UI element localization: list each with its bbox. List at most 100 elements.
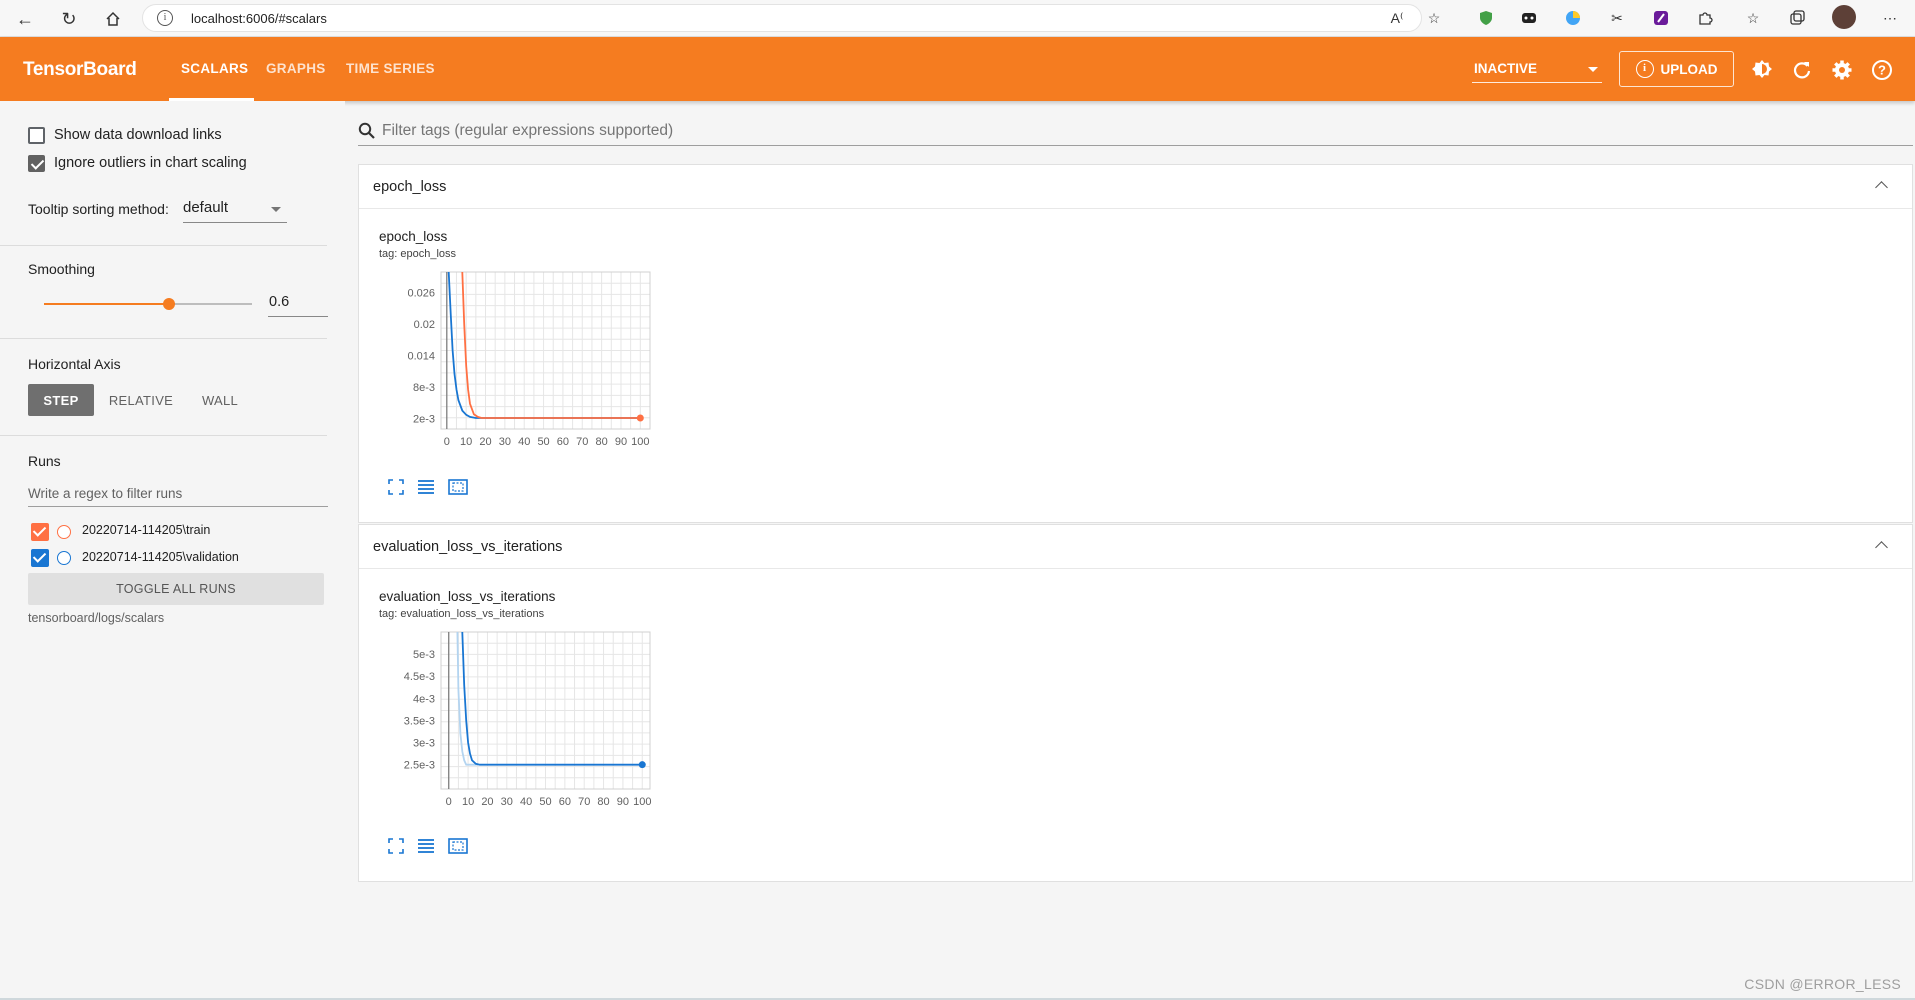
fit-domain-icon[interactable] <box>447 477 469 497</box>
series-line <box>461 271 641 419</box>
help-icon[interactable]: ? <box>1871 59 1893 81</box>
data-table-icon[interactable] <box>415 836 437 856</box>
chevron-up-icon[interactable] <box>1875 541 1888 554</box>
card-header[interactable]: evaluation_loss_vs_iterations <box>359 525 1912 569</box>
x-tick-label: 10 <box>462 796 474 808</box>
y-tick-label: 0.02 <box>414 319 435 331</box>
tab-graphs[interactable]: GRAPHS <box>266 61 326 76</box>
tooltip-sorting-value: default <box>183 199 229 216</box>
fit-domain-icon[interactable] <box>447 836 469 856</box>
axis-wall-button[interactable]: WALL <box>192 384 248 416</box>
more-menu-icon[interactable]: ⋯ <box>1880 8 1900 28</box>
profile-avatar[interactable] <box>1832 5 1856 29</box>
run-state-value: INACTIVE <box>1474 61 1538 76</box>
series-line <box>461 631 643 766</box>
home-icon[interactable] <box>100 6 126 32</box>
purple-extension-icon[interactable] <box>1651 8 1671 28</box>
x-tick-label: 10 <box>460 436 472 448</box>
browser-toolbar: ← ↻ i localhost:6006/#scalars A⁽ ☆ ✂ ☆ ⋯ <box>0 0 1915 37</box>
toggle-all-runs-button[interactable]: TOGGLE ALL RUNS <box>28 573 324 605</box>
smoothing-label: Smoothing <box>28 261 95 277</box>
smoothing-input[interactable]: 0.6 <box>268 289 328 317</box>
theme-toggle-icon[interactable] <box>1751 59 1773 81</box>
svg-text:?: ? <box>1878 63 1886 78</box>
data-table-icon[interactable] <box>415 477 437 497</box>
chart-tag: tag: evaluation_loss_vs_iterations <box>379 608 545 620</box>
run-train-checkbox[interactable] <box>31 523 49 541</box>
run-train-label: 20220714-114205\train <box>82 523 211 537</box>
favorite-add-icon[interactable]: ☆ <box>1424 8 1444 28</box>
favorites-icon[interactable]: ☆ <box>1743 8 1763 28</box>
x-tick-label: 0 <box>444 436 450 448</box>
caret-down-icon <box>271 207 281 212</box>
x-tick-label: 50 <box>537 436 549 448</box>
run-validation-color-circle[interactable] <box>57 551 71 565</box>
fullscreen-icon[interactable] <box>385 836 407 856</box>
x-tick-label: 80 <box>595 436 607 448</box>
run-train-color-circle[interactable] <box>57 525 71 539</box>
read-aloud-icon[interactable]: A⁽ <box>1387 8 1407 28</box>
runs-label: Runs <box>28 453 61 469</box>
refresh-icon[interactable] <box>1791 59 1813 81</box>
series-end-point <box>638 761 646 769</box>
address-bar[interactable]: i localhost:6006/#scalars <box>142 4 1422 32</box>
smoothing-slider[interactable] <box>44 298 252 310</box>
upload-button[interactable]: i UPLOAD <box>1619 51 1734 87</box>
info-icon: i <box>1635 60 1654 78</box>
smoothing-value: 0.6 <box>269 294 290 310</box>
divider <box>0 245 327 246</box>
show-download-links-checkbox[interactable] <box>28 127 45 144</box>
colorful-extension-icon[interactable] <box>1563 8 1583 28</box>
smoothing-slider-thumb[interactable] <box>162 298 175 310</box>
y-tick-label: 4e-3 <box>413 693 435 705</box>
axis-step-button[interactable]: STEP <box>28 384 94 416</box>
scissors-icon[interactable]: ✂ <box>1607 8 1627 28</box>
tab-scalars[interactable]: SCALARS <box>181 61 248 76</box>
y-tick-label: 2e-3 <box>413 413 435 425</box>
x-tick-label: 90 <box>617 796 629 808</box>
settings-gear-icon[interactable] <box>1831 59 1853 81</box>
shield-extension-icon[interactable] <box>1476 8 1496 28</box>
y-tick-label: 3e-3 <box>413 738 435 750</box>
run-state-dropdown[interactable]: INACTIVE <box>1472 55 1602 83</box>
ignore-outliers-checkbox[interactable] <box>28 155 45 172</box>
tab-time-series[interactable]: TIME SERIES <box>346 61 435 76</box>
x-tick-label: 70 <box>576 436 588 448</box>
evaluation-loss-chart[interactable]: 2.5e-3 3e-3 3.5e-3 4e-3 4.5e-3 5e-3 0 10 20 30 40 5… <box>379 629 659 819</box>
fullscreen-icon[interactable] <box>385 477 407 497</box>
x-tick-label: 40 <box>518 436 530 448</box>
tag-filter-input[interactable]: Filter tags (regular expressions support… <box>358 120 1913 146</box>
chart-title: epoch_loss <box>379 229 448 244</box>
chevron-up-icon[interactable] <box>1875 181 1888 194</box>
info-icon[interactable]: i <box>157 10 173 26</box>
x-tick-label: 40 <box>520 796 532 808</box>
reload-icon[interactable]: ↻ <box>56 6 82 32</box>
y-tick-label: 4.5e-3 <box>404 671 435 683</box>
x-tick-label: 100 <box>633 796 651 808</box>
collections-icon[interactable] <box>1787 8 1807 28</box>
back-icon[interactable]: ← <box>12 6 38 32</box>
tooltip-sorting-label: Tooltip sorting method: <box>28 201 169 217</box>
tag-filter-placeholder: Filter tags (regular expressions support… <box>382 122 674 139</box>
extensions-puzzle-icon[interactable] <box>1695 8 1715 28</box>
upload-label: UPLOAD <box>1660 61 1718 77</box>
url-text: localhost:6006/#scalars <box>191 11 327 26</box>
divider <box>0 338 327 339</box>
chart-title: evaluation_loss_vs_iterations <box>379 589 556 604</box>
run-validation-checkbox[interactable] <box>31 549 49 567</box>
tooltip-sorting-dropdown[interactable]: default <box>183 195 287 223</box>
card-header[interactable]: epoch_loss <box>359 165 1912 209</box>
axis-relative-button[interactable]: RELATIVE <box>104 384 178 416</box>
x-tick-label: 90 <box>615 436 627 448</box>
x-tick-label: 30 <box>499 436 511 448</box>
x-tick-label: 100 <box>631 436 649 448</box>
runs-filter-input[interactable]: Write a regex to filter runs <box>28 481 328 507</box>
game-extension-icon[interactable] <box>1519 8 1539 28</box>
x-tick-label: 20 <box>479 436 491 448</box>
ignore-outliers-label: Ignore outliers in chart scaling <box>54 155 247 171</box>
divider <box>0 435 327 436</box>
x-tick-label: 30 <box>501 796 513 808</box>
x-tick-label: 50 <box>539 796 551 808</box>
x-tick-label: 20 <box>481 796 493 808</box>
epoch-loss-chart[interactable]: 2e-3 8e-3 0.014 0.02 0.026 0 10 20 30 40 50 60 70 80 9… <box>379 269 659 459</box>
